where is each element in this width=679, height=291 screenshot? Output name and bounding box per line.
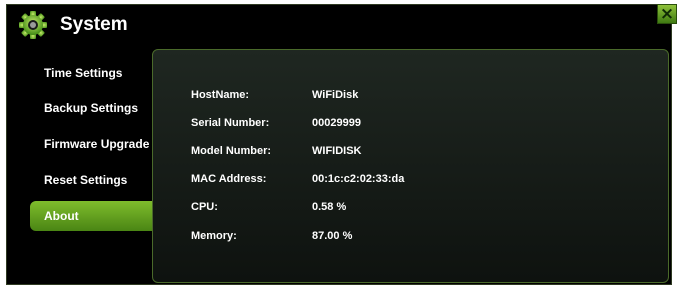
info-label: CPU: [191,201,218,213]
info-value: 00029999 [312,117,361,129]
info-value: 00:1c:c2:02:33:da [312,173,405,185]
page-title: System [60,14,128,35]
nav-item-time-settings[interactable]: Time Settings [30,59,165,87]
info-label: Serial Number: [191,117,270,129]
info-label: HostName: [191,89,250,101]
nav-item-backup-settings[interactable]: Backup Settings [30,94,165,122]
info-value: WIFIDISK [312,145,362,157]
info-label: Model Number: [191,145,272,157]
info-value: 0.58 % [312,201,347,213]
info-value: 87.00 % [312,230,353,242]
nav-item-firmware-upgrade[interactable]: Firmware Upgrade [30,130,165,158]
close-icon: × [659,3,675,24]
nav-item-reset-settings[interactable]: Reset Settings [30,166,165,194]
about-panel: HostName: WiFiDisk Serial Number: 000299… [152,49,669,283]
nav-item-about[interactable]: About [30,201,165,231]
info-label: MAC Address: [191,173,267,185]
close-button[interactable]: × [657,4,677,24]
info-value: WiFiDisk [312,89,359,101]
gear-icon [19,11,47,39]
info-label: Memory: [191,230,237,242]
